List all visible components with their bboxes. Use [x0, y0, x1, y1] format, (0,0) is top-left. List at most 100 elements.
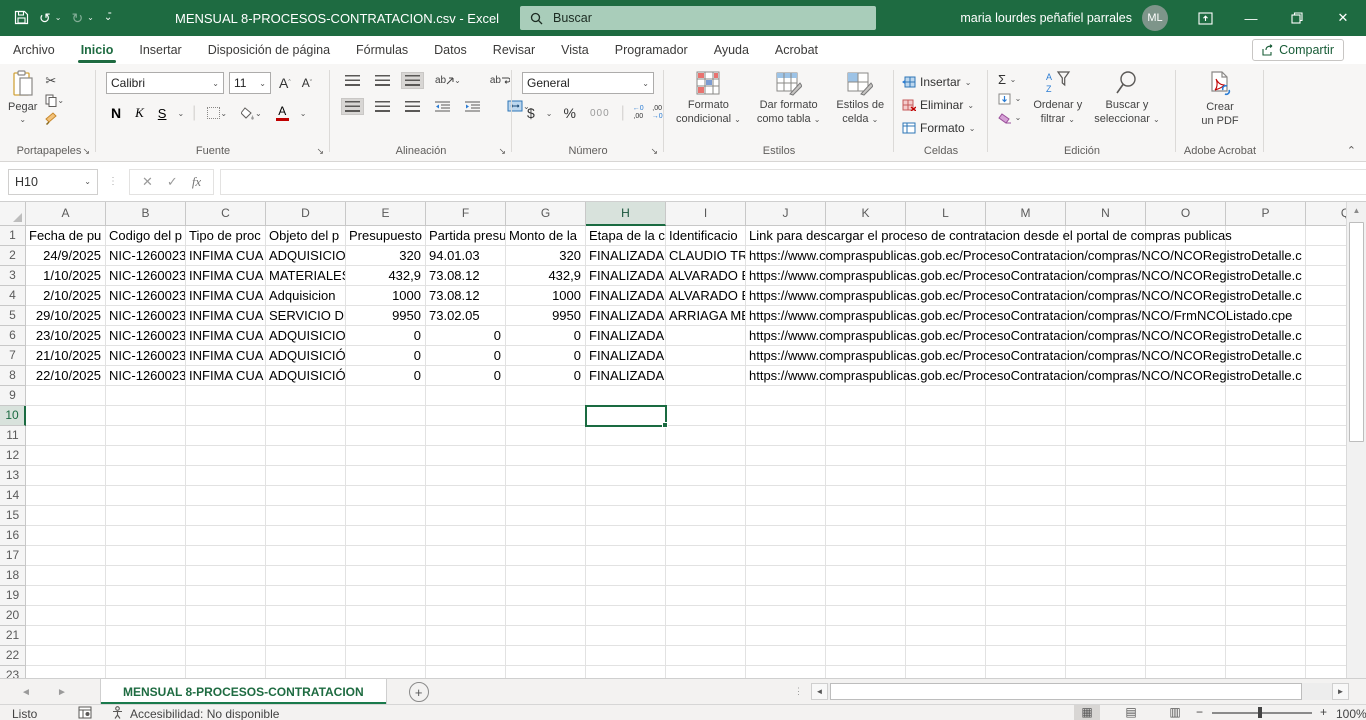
ribbon-tab-ayuda[interactable]: Ayuda — [701, 38, 762, 63]
cell-G8[interactable]: 0 — [506, 366, 586, 386]
cell-P11[interactable] — [1226, 426, 1306, 446]
view-page-break-icon[interactable]: ▥ — [1162, 705, 1188, 720]
cell-H17[interactable] — [586, 546, 666, 566]
cell-E6[interactable]: 0 — [346, 326, 426, 346]
cell-H18[interactable] — [586, 566, 666, 586]
cell-M14[interactable] — [986, 486, 1066, 506]
cell-A19[interactable] — [26, 586, 106, 606]
cell-O13[interactable] — [1146, 466, 1226, 486]
cell-I21[interactable] — [666, 626, 746, 646]
cell-I12[interactable] — [666, 446, 746, 466]
cell-I2[interactable]: CLAUDIO TRU — [666, 246, 746, 266]
decrease-decimal-icon[interactable]: ,00→0 — [652, 105, 663, 120]
cell-P22[interactable] — [1226, 646, 1306, 666]
cell-D9[interactable] — [266, 386, 346, 406]
cell-O12[interactable] — [1146, 446, 1226, 466]
cell-G5[interactable]: 9950 — [506, 306, 586, 326]
view-normal-icon[interactable]: ▦ — [1074, 705, 1100, 720]
user-name[interactable]: maria lourdes peñafiel parrales — [960, 11, 1132, 25]
cell-M15[interactable] — [986, 506, 1066, 526]
cell-B1[interactable]: Codigo del p — [106, 226, 186, 246]
cell-F17[interactable] — [426, 546, 506, 566]
font-color-icon[interactable]: A — [273, 103, 292, 123]
autosum-icon[interactable]: Σ ⌄ — [998, 72, 1021, 87]
confirm-entry-icon[interactable]: ✓ — [167, 174, 178, 190]
accounting-dropdown-icon[interactable]: ⌄ — [546, 109, 553, 118]
cell-D5[interactable]: SERVICIO DE — [266, 306, 346, 326]
cell-I23[interactable] — [666, 666, 746, 678]
cell-Q1[interactable] — [1306, 226, 1346, 246]
cell-H12[interactable] — [586, 446, 666, 466]
cell-Q10[interactable] — [1306, 406, 1346, 426]
cell-G11[interactable] — [506, 426, 586, 446]
cell-I13[interactable] — [666, 466, 746, 486]
cell-Q23[interactable] — [1306, 666, 1346, 678]
cell-L20[interactable] — [906, 606, 986, 626]
cell-C3[interactable]: INFIMA CUA — [186, 266, 266, 286]
cell-Q13[interactable] — [1306, 466, 1346, 486]
cell-N11[interactable] — [1066, 426, 1146, 446]
cell-M9[interactable] — [986, 386, 1066, 406]
increase-decimal-icon[interactable]: ←0,00 — [633, 105, 644, 120]
cell-D15[interactable] — [266, 506, 346, 526]
cell-E13[interactable] — [346, 466, 426, 486]
cell-B2[interactable]: NIC-1260023 — [106, 246, 186, 266]
cell-G18[interactable] — [506, 566, 586, 586]
cell-J20[interactable] — [746, 606, 826, 626]
cell-E14[interactable] — [346, 486, 426, 506]
ribbon-tab-revisar[interactable]: Revisar — [480, 38, 548, 63]
align-right-icon[interactable] — [402, 99, 423, 114]
clear-icon[interactable]: ⌄ — [998, 110, 1021, 125]
create-pdf-button[interactable]: Crear un PDF — [1201, 70, 1238, 129]
align-bottom-icon[interactable] — [402, 73, 423, 88]
orientation-icon[interactable]: ab⌄ — [432, 73, 464, 88]
cell-L11[interactable] — [906, 426, 986, 446]
cell-styles-button[interactable]: Estilos de celda ⌄ — [836, 70, 884, 127]
minimize-button[interactable]: — — [1228, 0, 1274, 36]
cell-F11[interactable] — [426, 426, 506, 446]
cut-icon[interactable]: ✂ — [45, 73, 64, 89]
row-header-1[interactable]: 1 — [0, 226, 26, 246]
cancel-entry-icon[interactable]: ✕ — [142, 174, 153, 190]
cell-D17[interactable] — [266, 546, 346, 566]
column-header-J[interactable]: J — [746, 202, 826, 226]
cell-E17[interactable] — [346, 546, 426, 566]
cell-L16[interactable] — [906, 526, 986, 546]
cell-M13[interactable] — [986, 466, 1066, 486]
cell-O23[interactable] — [1146, 666, 1226, 678]
cell-O21[interactable] — [1146, 626, 1226, 646]
cell-P23[interactable] — [1226, 666, 1306, 678]
cell-Q2[interactable] — [1306, 246, 1346, 266]
number-format-combo[interactable]: General⌄ — [522, 72, 654, 94]
row-header-7[interactable]: 7 — [0, 346, 26, 366]
cell-H2[interactable]: FINALIZADA — [586, 246, 666, 266]
cell-C16[interactable] — [186, 526, 266, 546]
cell-D12[interactable] — [266, 446, 346, 466]
cell-L10[interactable] — [906, 406, 986, 426]
cell-E3[interactable]: 432,9 — [346, 266, 426, 286]
cell-A11[interactable] — [26, 426, 106, 446]
cell-F8[interactable]: 0 — [426, 366, 506, 386]
column-header-L[interactable]: L — [906, 202, 986, 226]
cell-O14[interactable] — [1146, 486, 1226, 506]
cell-B12[interactable] — [106, 446, 186, 466]
horizontal-scroll-track[interactable] — [828, 683, 1332, 700]
avatar[interactable]: ML — [1142, 5, 1168, 31]
cell-M10[interactable] — [986, 406, 1066, 426]
cell-L23[interactable] — [906, 666, 986, 678]
cell-F19[interactable] — [426, 586, 506, 606]
cell-C10[interactable] — [186, 406, 266, 426]
zoom-slider-thumb[interactable] — [1258, 707, 1262, 718]
grow-font-icon[interactable]: Aˆ — [276, 73, 294, 93]
cell-B5[interactable]: NIC-1260023 — [106, 306, 186, 326]
cell-G10[interactable] — [506, 406, 586, 426]
cell-K16[interactable] — [826, 526, 906, 546]
ribbon-display-options-icon[interactable] — [1182, 0, 1228, 36]
fill-handle[interactable] — [662, 422, 668, 428]
accessibility-status[interactable]: Accesibilidad: No disponible — [130, 707, 279, 720]
cell-Q19[interactable] — [1306, 586, 1346, 606]
cell-L13[interactable] — [906, 466, 986, 486]
cell-C2[interactable]: INFIMA CUA — [186, 246, 266, 266]
cell-G12[interactable] — [506, 446, 586, 466]
insert-cells-button[interactable]: Insertar⌄ — [902, 72, 988, 92]
